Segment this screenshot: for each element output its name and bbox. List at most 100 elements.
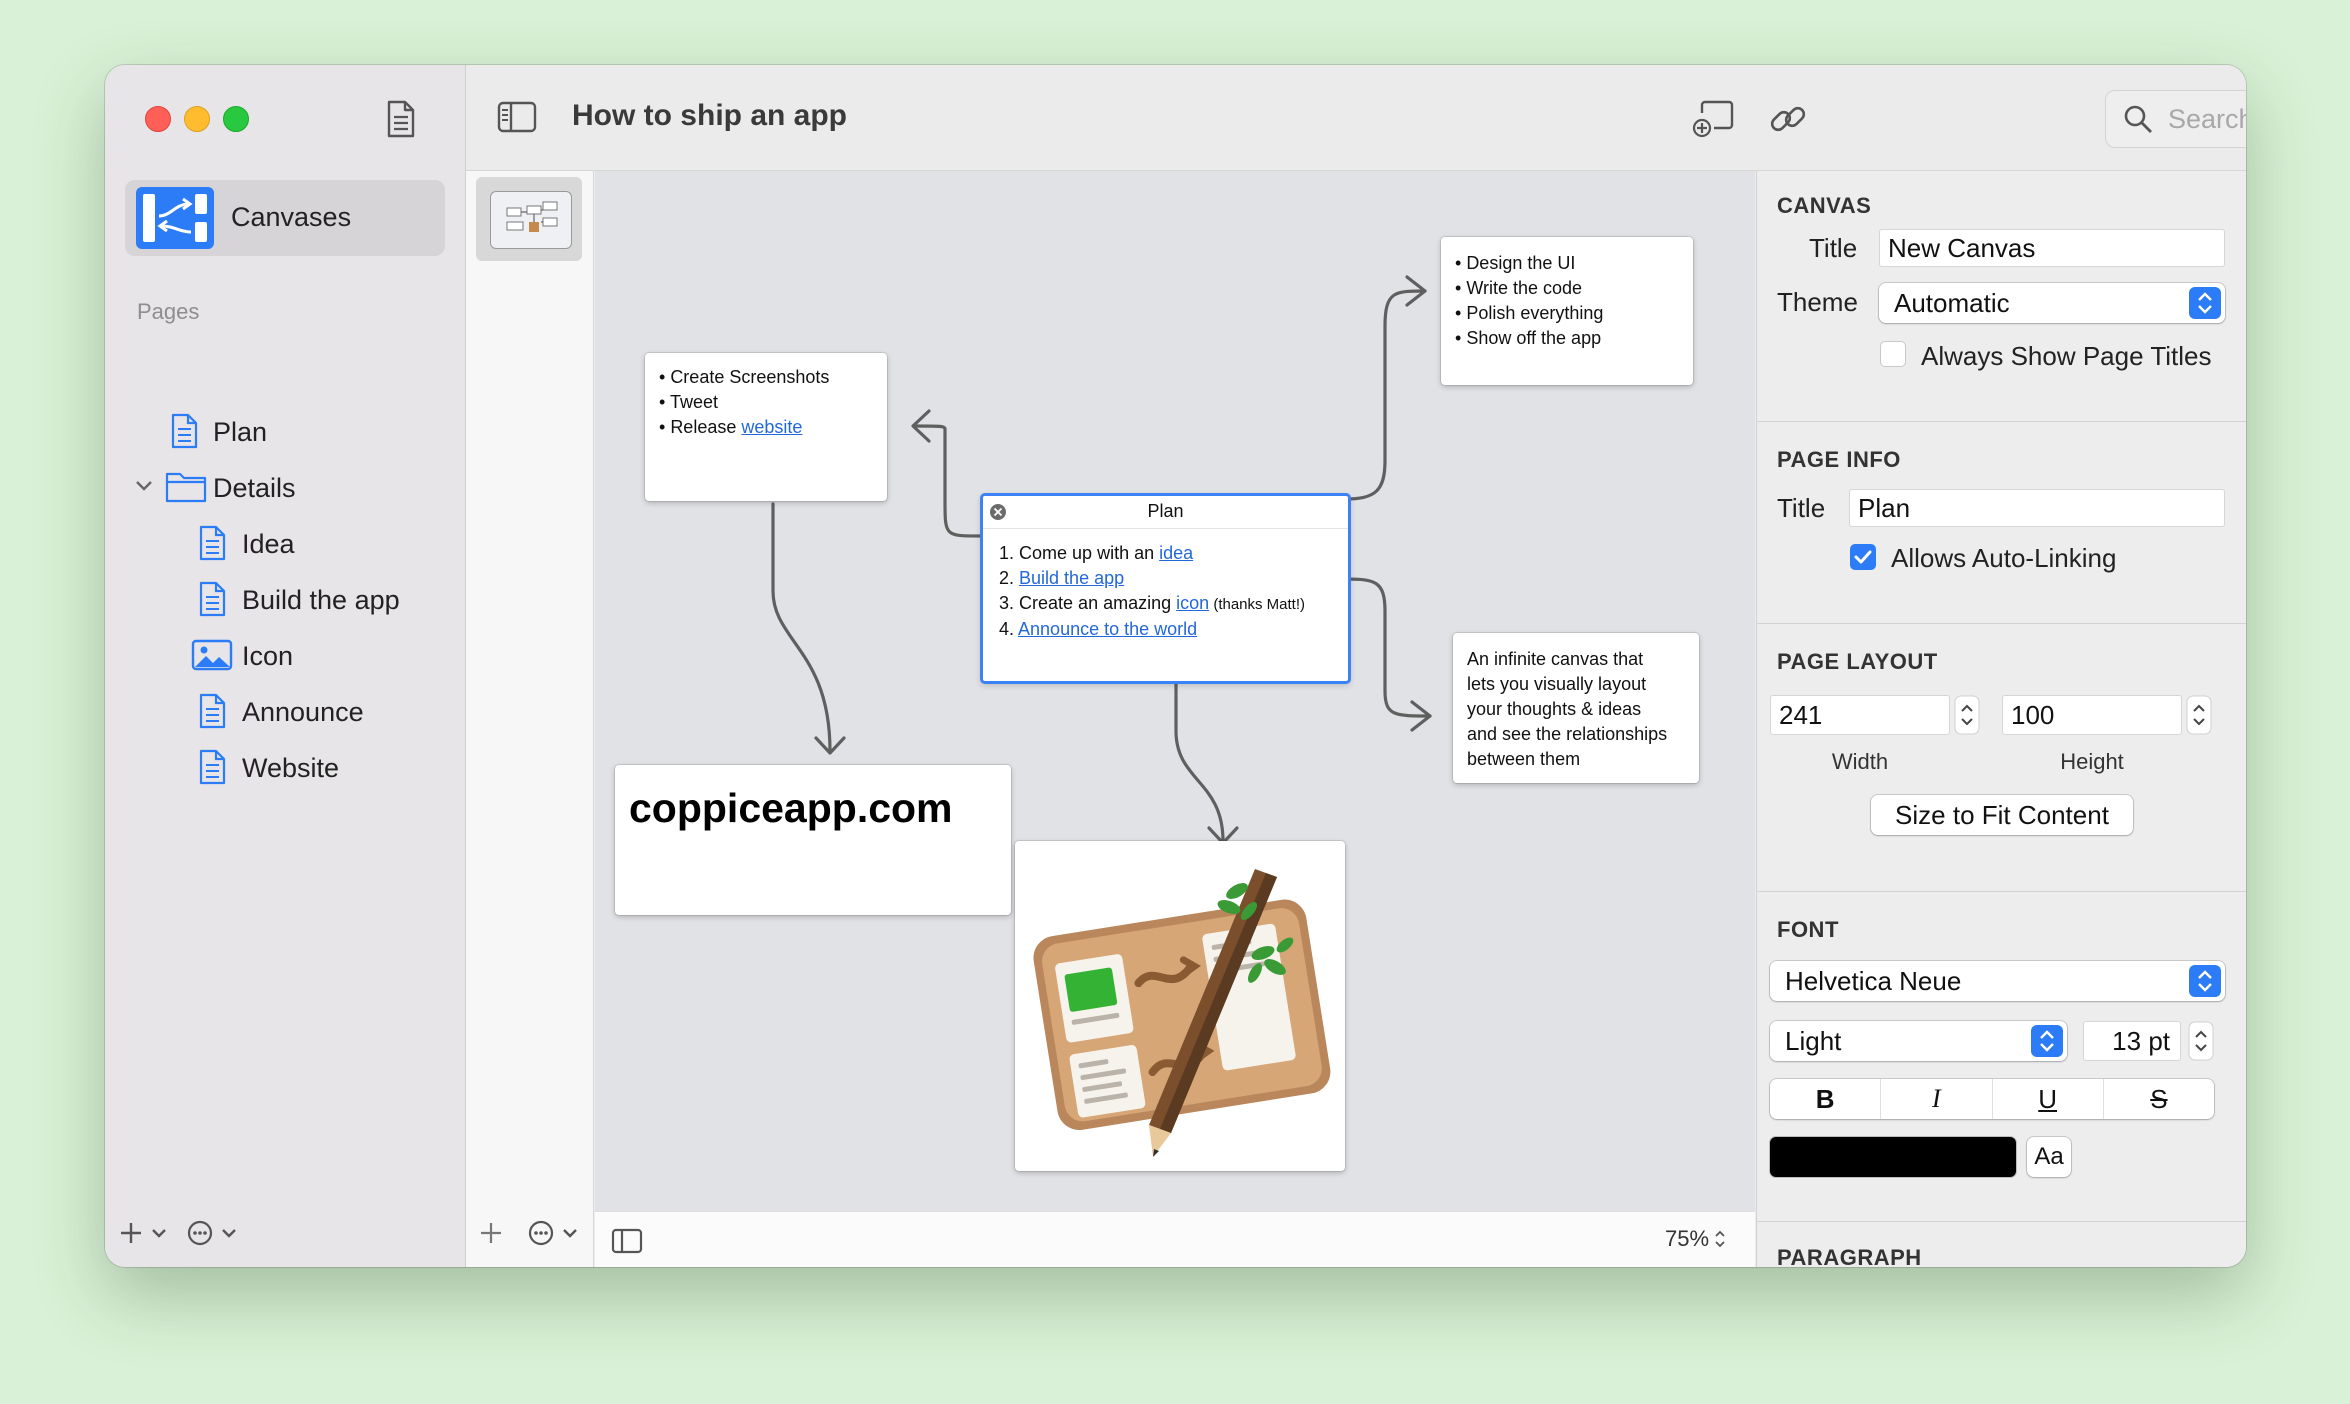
website-heading: coppiceapp.com (629, 785, 953, 831)
document-icon (199, 525, 226, 561)
page-card-plan[interactable]: Plan 1. Come up with an idea 2. Build th… (980, 493, 1351, 684)
canvas-section-heading: CANVAS (1777, 193, 1872, 218)
sidebar-item-label: Plan (213, 417, 268, 447)
card-paragraph: An infinite canvas that lets you visuall… (1467, 647, 1667, 772)
page-card-infinite-canvas[interactable]: An infinite canvas that lets you visuall… (1453, 633, 1699, 783)
toggle-sidebar-button[interactable] (496, 97, 538, 137)
page-card-app-icon[interactable] (1015, 841, 1345, 1171)
page-title-label: Title (1777, 493, 1826, 523)
chevron-updown-icon (2189, 965, 2221, 997)
sidebar-item-idea[interactable]: Idea (125, 519, 445, 567)
chevron-down-icon[interactable] (135, 479, 153, 493)
font-size-field[interactable]: 13 pt (2083, 1021, 2181, 1061)
sidebar-item-label: Build the app (242, 585, 400, 615)
font-panel-button[interactable]: Aa (2027, 1137, 2071, 1177)
app-window: Canvases Pages Plan Details Idea Build t… (105, 65, 2246, 1267)
text-line: your thoughts & ideas (1467, 699, 1642, 719)
toggle-canvas-list-button[interactable] (609, 1226, 645, 1256)
sidebar-left-icon (497, 101, 537, 133)
search-field[interactable]: Search (2105, 90, 2246, 148)
page-info-heading: PAGE INFO (1777, 447, 1901, 472)
text-line: between them (1467, 749, 1581, 769)
new-page-button[interactable] (379, 97, 423, 141)
ellipsis-circle-icon (528, 1220, 577, 1246)
plus-icon (481, 1223, 501, 1243)
list-number: 1. (999, 543, 1015, 563)
canvases-button[interactable]: Canvases (125, 180, 445, 256)
auto-linking-checkbox[interactable] (1850, 544, 1876, 570)
list-item-note: (thanks Matt!) (1209, 596, 1306, 613)
always-show-titles-checkbox[interactable] (1880, 341, 1906, 367)
width-field[interactable]: 241 (1770, 695, 1950, 735)
page-title-field[interactable]: Plan (1849, 489, 2225, 527)
text-line: and see the relationships (1467, 724, 1668, 744)
font-heading: FONT (1777, 917, 1839, 942)
sidebar-item-details[interactable]: Details (125, 463, 445, 511)
list-item: Show off the app (1466, 328, 1602, 348)
canvas-more-menu-button[interactable] (526, 1215, 586, 1251)
size-to-fit-button[interactable]: Size to Fit Content (1871, 795, 2133, 835)
window-title: How to ship an app (572, 99, 847, 132)
list-number: 2. (999, 568, 1015, 588)
zoom-window-button[interactable] (223, 106, 249, 132)
idea-link[interactable]: idea (1159, 543, 1193, 563)
add-canvas-button[interactable] (476, 1215, 506, 1251)
page-card-design[interactable]: • Design the UI • Write the code • Polis… (1441, 237, 1693, 385)
page-card-release[interactable]: • Create Screenshots • Tweet • Release w… (645, 353, 887, 501)
close-window-button[interactable] (145, 106, 171, 132)
always-show-titles-label: Always Show Page Titles (1921, 341, 2212, 371)
strikethrough-button[interactable]: S (2104, 1079, 2214, 1119)
announce-link[interactable]: Announce to the world (1018, 619, 1197, 639)
link-button[interactable] (1766, 97, 1810, 141)
canvases-icon (136, 187, 214, 249)
section-divider (1757, 891, 2246, 892)
theme-popup[interactable]: Automatic (1879, 283, 2225, 323)
build-the-app-link[interactable]: Build the app (1019, 568, 1124, 588)
underline-button[interactable]: U (1993, 1079, 2104, 1119)
chevron-updown-icon (1715, 1230, 1725, 1248)
ellipsis-circle-icon (187, 1220, 236, 1246)
zoom-menu[interactable]: 75% (1665, 1226, 1727, 1252)
sidebar-item-plan[interactable]: Plan (125, 407, 445, 455)
font-family-popup[interactable]: Helvetica Neue (1770, 961, 2225, 1001)
height-field[interactable]: 100 (2002, 695, 2182, 735)
sidebar-item-website[interactable]: Website (125, 743, 445, 791)
width-stepper[interactable] (1954, 695, 1980, 735)
plan-numbered-list: 1. Come up with an idea 2. Build the app… (999, 541, 1305, 642)
text-color-well[interactable] (1770, 1137, 2016, 1177)
website-link[interactable]: website (741, 417, 802, 437)
sidebar-item-build-the-app[interactable]: Build the app (125, 575, 445, 623)
sidebar-more-menu-button[interactable] (185, 1215, 245, 1251)
new-document-icon (387, 100, 415, 138)
text-style-segmented-control: B I U S (1770, 1079, 2214, 1119)
list-item-text: Come up with an (1019, 543, 1160, 563)
canvas-area[interactable]: • Create Screenshots • Tweet • Release w… (595, 171, 1755, 1211)
list-item-text: Create an amazing (1019, 593, 1177, 613)
sidebar-left-icon (611, 1228, 643, 1254)
document-icon (171, 413, 198, 449)
theme-value: Automatic (1894, 288, 2010, 318)
sidebar-item-icon[interactable]: Icon (125, 631, 445, 679)
minimize-window-button[interactable] (184, 106, 210, 132)
bold-button[interactable]: B (1770, 1079, 1882, 1119)
sidebar-item-label: Website (242, 753, 340, 783)
card-title: Plan (1147, 501, 1184, 521)
italic-button[interactable]: I (1881, 1079, 1993, 1119)
auto-linking-label: Allows Auto-Linking (1891, 543, 2117, 573)
canvas-thumbnail-selected[interactable] (476, 177, 582, 261)
font-size-stepper[interactable] (2188, 1021, 2214, 1061)
list-item: Create Screenshots (670, 367, 830, 387)
canvas-title-field[interactable]: New Canvas (1879, 229, 2225, 267)
add-page-menu-button[interactable] (117, 1215, 173, 1251)
text-line: lets you visually layout (1467, 674, 1647, 694)
page-card-website[interactable]: coppiceapp.com (615, 765, 1011, 915)
list-item: Design the UI (1466, 253, 1576, 273)
font-style-popup[interactable]: Light (1770, 1021, 2067, 1061)
card-bullet-list: • Create Screenshots • Tweet • Release w… (659, 367, 830, 437)
inspector-panel: CANVAS Title New Canvas Theme Automatic … (1756, 171, 2246, 1267)
icon-link[interactable]: icon (1176, 593, 1209, 613)
sidebar-item-announce[interactable]: Announce (125, 687, 445, 735)
add-to-canvas-button[interactable] (1690, 97, 1736, 141)
height-stepper[interactable] (2186, 695, 2212, 735)
search-icon (2124, 105, 2152, 133)
